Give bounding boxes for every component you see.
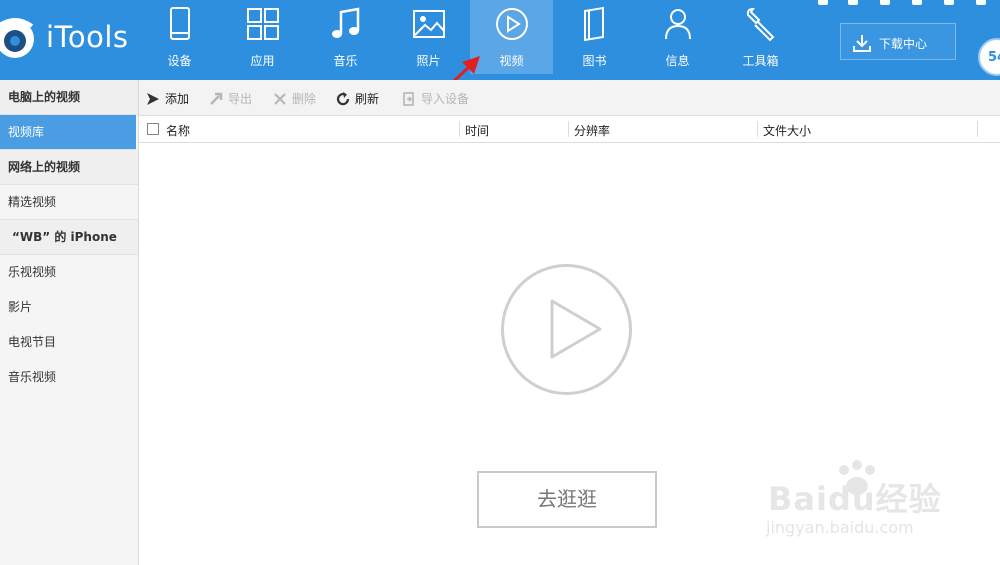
nav-item-music[interactable]: 音乐 xyxy=(304,0,387,74)
sidebar-section-iphone: “WB” 的 iPhone xyxy=(0,220,138,255)
window-control-icon[interactable] xyxy=(912,0,922,5)
column-divider[interactable] xyxy=(459,121,460,137)
column-header-file-size[interactable]: 文件大小 xyxy=(763,122,811,139)
browse-videos-button[interactable]: 去逛逛 xyxy=(477,471,657,528)
sidebar: 电脑上的视频 视频库 网络上的视频 精选视频 “WB” 的 iPhone 乐视视… xyxy=(0,80,139,565)
window-control-icon[interactable] xyxy=(848,0,858,5)
export-label: 导出 xyxy=(228,92,253,106)
column-header-resolution[interactable]: 分辨率 xyxy=(574,122,610,139)
sidebar-section-computer-videos: 电脑上的视频 xyxy=(0,80,138,115)
toolbox-icon xyxy=(746,7,774,42)
select-all-checkbox[interactable] xyxy=(147,123,159,135)
column-divider[interactable] xyxy=(977,121,978,137)
toolbar: 添加 导出 删除 刷新 导入设备 xyxy=(139,80,1000,116)
photo-icon xyxy=(412,10,445,38)
itools-logo-icon xyxy=(0,18,34,58)
delete-icon xyxy=(274,93,286,105)
delete-label: 删除 xyxy=(292,92,317,106)
close-window-icon[interactable] xyxy=(976,0,986,5)
column-divider[interactable] xyxy=(568,121,569,137)
nav-item-messages[interactable]: 信息 xyxy=(636,0,719,74)
nav-label: 图书 xyxy=(582,54,607,68)
watermark-brand: Baidu经验 xyxy=(768,480,942,518)
column-header-time[interactable]: 时间 xyxy=(465,122,489,139)
nav-label: 设备 xyxy=(167,54,192,68)
import-icon xyxy=(403,92,414,106)
nav-item-books[interactable]: 图书 xyxy=(553,0,636,74)
nav-item-device[interactable]: 设备 xyxy=(138,0,221,74)
nav-label: 信息 xyxy=(665,54,690,68)
video-icon xyxy=(495,8,528,40)
contact-icon xyxy=(664,9,691,40)
app-logo: iTools xyxy=(0,10,140,70)
refresh-icon xyxy=(336,92,350,106)
window-control-icon[interactable] xyxy=(880,0,890,5)
import-to-device-label: 导入设备 xyxy=(421,92,470,106)
sidebar-item-video-library[interactable]: 视频库 xyxy=(0,115,136,150)
notification-badge[interactable]: 54 xyxy=(978,38,1000,76)
empty-state-play-icon xyxy=(501,264,632,395)
window-control-icon[interactable] xyxy=(818,0,828,5)
apps-icon xyxy=(246,8,279,40)
sidebar-item-music-videos[interactable]: 音乐视频 xyxy=(0,360,138,395)
add-label: 添加 xyxy=(165,92,190,106)
watermark-url: jingyan.baidu.com xyxy=(766,518,914,537)
top-bar: iTools 设备 应用 音乐 照片 视频 图书 信息 工具箱 下载中心 5 xyxy=(0,0,1000,80)
nav-label: 工具箱 xyxy=(742,54,779,68)
nav-item-toolbox[interactable]: 工具箱 xyxy=(719,0,802,74)
nav-item-apps[interactable]: 应用 xyxy=(221,0,304,74)
refresh-label: 刷新 xyxy=(355,92,380,106)
download-center-button[interactable]: 下载中心 xyxy=(840,23,956,60)
nav-label: 应用 xyxy=(250,54,275,68)
device-icon xyxy=(169,7,190,40)
book-icon xyxy=(583,6,604,42)
export-icon xyxy=(210,92,223,105)
sidebar-section-online-videos: 网络上的视频 xyxy=(0,150,138,185)
window-control-icon[interactable] xyxy=(944,0,954,5)
sidebar-item-letv[interactable]: 乐视视频 xyxy=(0,255,138,290)
app-name: iTools xyxy=(46,20,129,54)
download-icon xyxy=(853,35,871,52)
sidebar-item-tv-shows[interactable]: 电视节目 xyxy=(0,325,138,360)
music-icon xyxy=(331,7,359,38)
column-header-name[interactable]: 名称 xyxy=(166,122,190,139)
nav-label: 音乐 xyxy=(333,54,358,68)
download-center-label: 下载中心 xyxy=(879,37,928,51)
baidu-watermark: Baidu经验 jingyan.baidu.com xyxy=(762,458,962,548)
column-divider[interactable] xyxy=(757,121,758,137)
sidebar-item-movies[interactable]: 影片 xyxy=(0,290,138,325)
add-icon xyxy=(147,93,159,105)
sidebar-item-featured-videos[interactable]: 精选视频 xyxy=(0,185,138,220)
table-header: 名称 时间 分辨率 文件大小 xyxy=(139,116,1000,143)
